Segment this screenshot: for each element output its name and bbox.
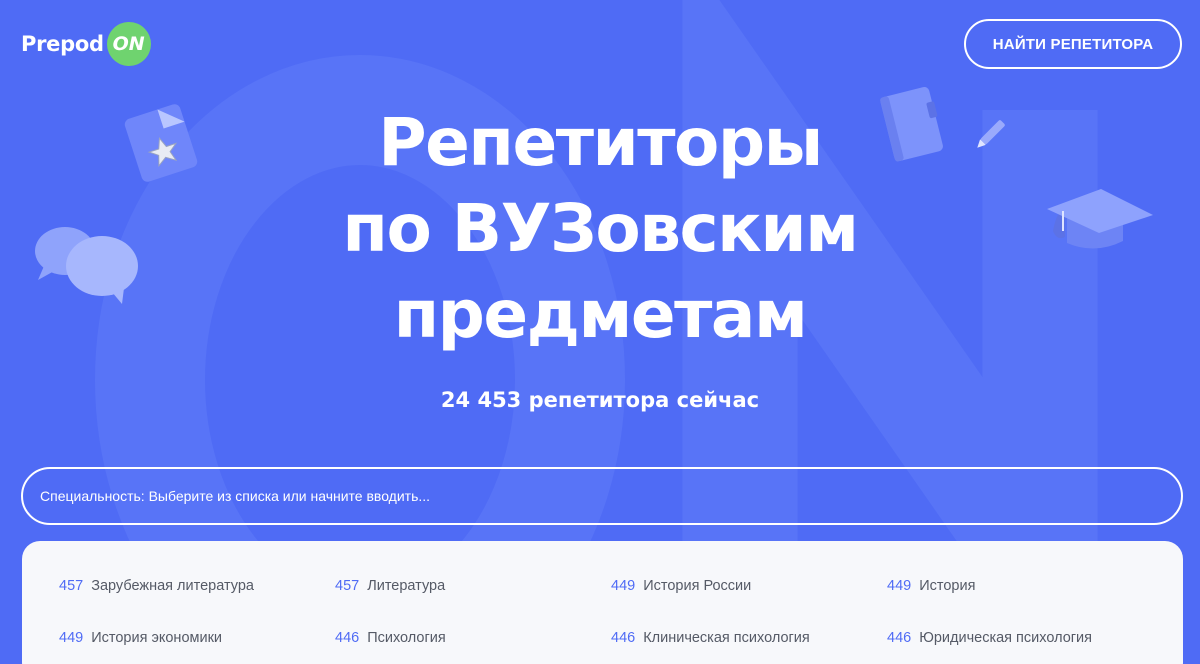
subject-count: 457 <box>335 578 360 594</box>
subject-count: 449 <box>887 578 912 594</box>
subject-name: История <box>919 578 976 594</box>
subject-item[interactable]: 449 История России <box>611 578 887 599</box>
subject-name: История России <box>643 578 752 594</box>
subject-name: Зарубежная литература <box>91 578 254 594</box>
logo-badge: ON <box>106 22 151 66</box>
subject-item[interactable]: 446 Юридическая психология <box>887 630 1163 651</box>
logo[interactable]: Prepod ON <box>21 22 151 66</box>
subject-count: 449 <box>59 630 84 646</box>
logo-text: Prepod <box>21 32 104 56</box>
subject-item[interactable]: 446 Клиническая психология <box>611 630 887 651</box>
subject-count: 449 <box>611 578 636 594</box>
subject-count: 446 <box>335 630 360 646</box>
subject-item[interactable]: 457 Литература <box>335 578 611 599</box>
specialty-search[interactable]: Специальность: <box>21 467 1183 525</box>
subject-name: История экономики <box>91 630 223 646</box>
subject-count: 446 <box>611 630 636 646</box>
subject-item[interactable]: 449 История экономики <box>59 630 335 651</box>
subjects-panel: 457 Зарубежная литература 457 Литература… <box>22 541 1183 664</box>
hero-title: Репетиторы по ВУЗовским предметам <box>200 100 1000 358</box>
find-tutor-button[interactable]: НАЙТИ РЕПЕТИТОРА <box>964 19 1182 69</box>
subject-name: Клиническая психология <box>643 630 810 646</box>
speech-bubbles-icon <box>35 227 138 304</box>
search-label: Специальность: <box>40 488 149 504</box>
subject-name: Юридическая психология <box>919 630 1093 646</box>
subject-item[interactable]: 446 Психология <box>335 630 611 651</box>
subject-item[interactable]: 449 История <box>887 578 1163 599</box>
subject-name: Литература <box>367 578 446 594</box>
subject-name: Психология <box>367 630 446 646</box>
tutor-counter: 24 453 репетитора сейчас <box>440 388 760 412</box>
subject-count: 457 <box>59 578 84 594</box>
hero-title-line-1: Репетиторы <box>378 104 823 181</box>
document-star-icon <box>124 104 198 182</box>
hero-title-line-3: предметам <box>393 276 808 353</box>
specialty-search-input[interactable] <box>148 476 1181 516</box>
subject-count: 446 <box>887 630 912 646</box>
subject-item[interactable]: 457 Зарубежная литература <box>59 578 335 599</box>
subjects-grid: 457 Зарубежная литература 457 Литература… <box>59 578 1159 651</box>
graduation-cap-icon <box>1047 189 1153 249</box>
hero-title-line-2: по ВУЗовским <box>342 190 859 267</box>
